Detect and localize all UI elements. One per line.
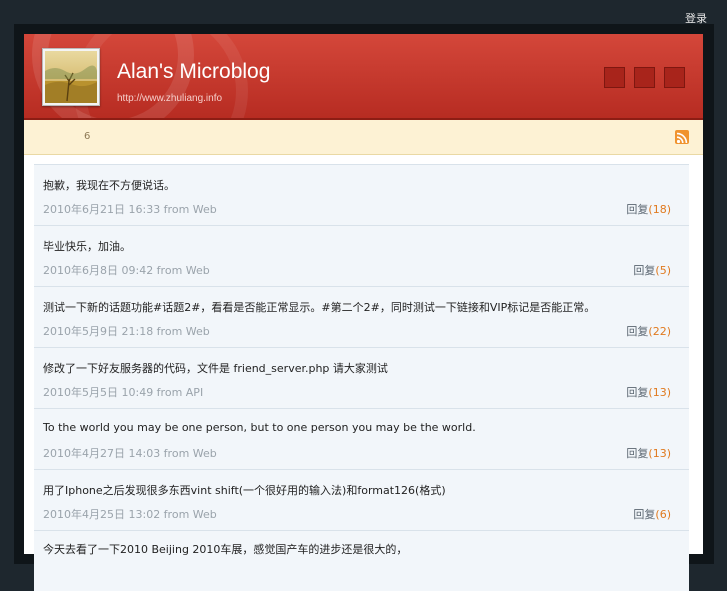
post-text: 抱歉，我现在不方便说话。 <box>43 179 175 192</box>
post-text: 测试一下新的话题功能#话题2#，看看是否能正常显示。#第二个2#，同时测试一下链… <box>43 301 596 314</box>
post-item: 测试一下新的话题功能#话题2#，看看是否能正常显示。#第二个2#，同时测试一下链… <box>34 286 689 347</box>
avatar-image <box>45 51 97 103</box>
post-text: 今天去看了一下2010 Beijing 2010车展，感觉国产车的进步还是很大的… <box>43 543 408 556</box>
reply-label: 回复 <box>633 508 656 521</box>
post-item: 修改了一下好友服务器的代码，文件是 friend_server.php 请大家测… <box>34 347 689 408</box>
reply-count: (18) <box>648 203 671 216</box>
post-item: 抱歉，我现在不方便说话。 2010年6月21日 16:33 from Web 回… <box>34 164 689 225</box>
reply-label: 回复 <box>626 325 649 338</box>
blog-title[interactable]: Alan's Microblog <box>117 60 270 84</box>
reply-link[interactable]: 回复(13) <box>626 384 671 400</box>
reply-link[interactable]: 回复(13) <box>626 445 671 461</box>
post-item: To the world you may be one person, but … <box>34 408 689 469</box>
header-button-2[interactable] <box>634 67 655 88</box>
header-button-3[interactable] <box>664 67 685 88</box>
post-item: 毕业快乐，加油。 2010年6月8日 09:42 from Web 回复(5) <box>34 225 689 286</box>
header-buttons <box>604 67 685 88</box>
post-text: 毕业快乐，加油。 <box>43 240 131 253</box>
post-item: 今天去看了一下2010 Beijing 2010车展，感觉国产车的进步还是很大的… <box>34 530 689 591</box>
reply-label: 回复 <box>626 386 649 399</box>
post-text: 用了Iphone之后发现很多东西vint shift(一个很好用的输入法)和fo… <box>43 484 446 497</box>
post-item: 用了Iphone之后发现很多东西vint shift(一个很好用的输入法)和fo… <box>34 469 689 530</box>
post-meta: 2010年4月27日 14:03 from Web <box>43 447 217 460</box>
stats-bar: 6 <box>24 120 703 155</box>
blog-url[interactable]: http://www.zhuliang.info <box>117 93 222 104</box>
post-meta: 2010年6月21日 16:33 from Web <box>43 203 217 216</box>
reply-count: (22) <box>648 325 671 338</box>
reply-label: 回复 <box>626 203 649 216</box>
post-feed: 抱歉，我现在不方便说话。 2010年6月21日 16:33 from Web 回… <box>34 164 689 591</box>
rss-icon[interactable] <box>675 130 689 144</box>
post-meta: 2010年6月8日 09:42 from Web <box>43 264 210 277</box>
reply-count: (6) <box>655 508 671 521</box>
reply-link[interactable]: 回复(22) <box>626 323 671 339</box>
reply-link[interactable]: 回复(5) <box>633 262 671 278</box>
reply-label: 回复 <box>633 264 656 277</box>
reply-count: (13) <box>648 386 671 399</box>
post-text: 修改了一下好友服务器的代码，文件是 friend_server.php 请大家测… <box>43 362 388 375</box>
blog-header: Alan's Microblog http://www.zhuliang.inf… <box>24 34 703 120</box>
post-meta: 2010年4月25日 13:02 from Web <box>43 508 217 521</box>
post-text: To the world you may be one person, but … <box>43 421 476 434</box>
reply-link[interactable]: 回复(6) <box>633 506 671 522</box>
reply-link[interactable]: 回复(18) <box>626 201 671 217</box>
avatar[interactable] <box>42 48 100 106</box>
reply-count: (5) <box>655 264 671 277</box>
reply-label: 回复 <box>626 447 649 460</box>
post-meta: 2010年5月5日 10:49 from API <box>43 386 204 399</box>
reply-count: (13) <box>648 447 671 460</box>
stats-count: 6 <box>84 131 91 142</box>
header-button-1[interactable] <box>604 67 625 88</box>
post-meta: 2010年5月9日 21:18 from Web <box>43 325 210 338</box>
